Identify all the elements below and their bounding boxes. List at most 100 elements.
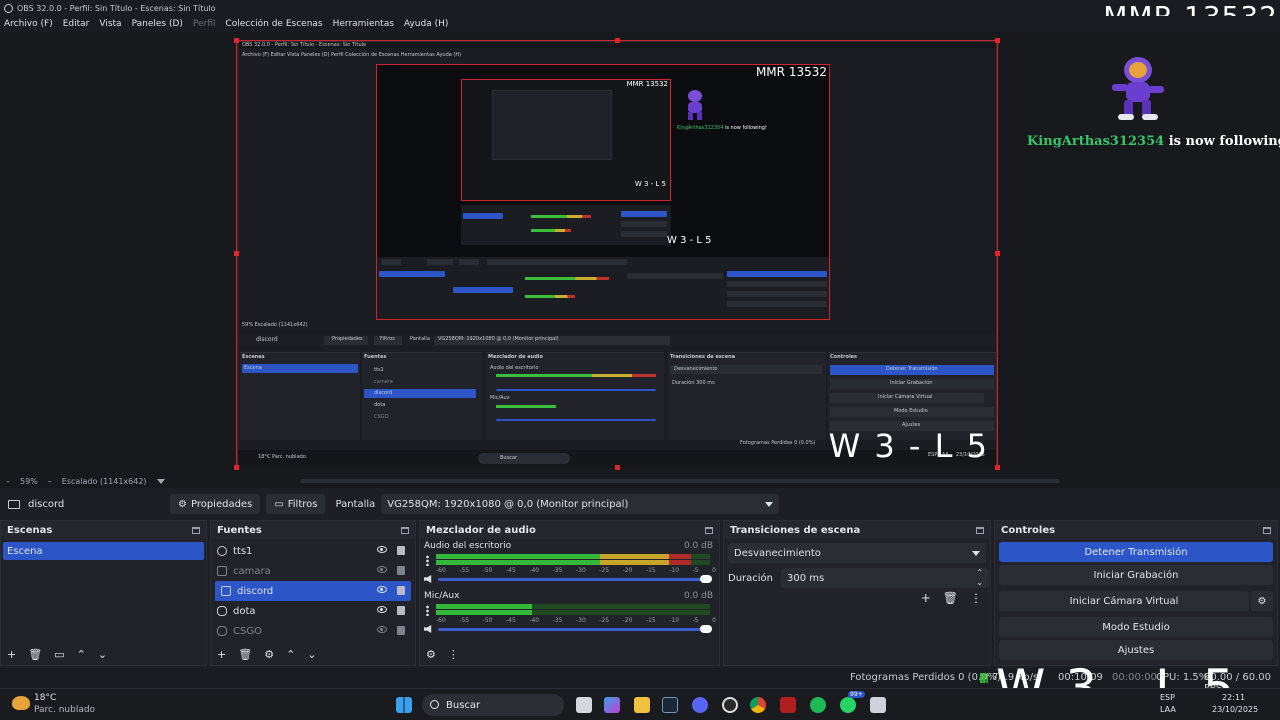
menu-paneles[interactable]: Paneles (D) bbox=[132, 19, 183, 29]
source-item-discord[interactable]: discord bbox=[215, 581, 411, 601]
scaling-caret-icon[interactable] bbox=[156, 478, 165, 484]
transition-type-select[interactable]: Desvanecimiento bbox=[728, 543, 986, 563]
trash-icon[interactable]: 🗑 bbox=[238, 648, 252, 661]
display-select[interactable]: VG258QM: 1920x1080 @ 0,0 (Monitor princi… bbox=[381, 494, 780, 514]
chevron-down-icon[interactable]: ⌄ bbox=[98, 648, 107, 661]
scene-item[interactable]: Escena bbox=[3, 542, 204, 560]
lang-indicator-2[interactable]: LAA bbox=[1160, 705, 1176, 714]
steam-icon[interactable] bbox=[662, 697, 678, 713]
weather-temp[interactable]: 18°C bbox=[34, 693, 56, 703]
source-item-csgo[interactable]: CSGO bbox=[211, 621, 415, 641]
spin-arrows-icon[interactable]: ⌃ ⌄ bbox=[976, 568, 983, 588]
eye-icon[interactable] bbox=[377, 546, 387, 553]
eye-icon[interactable] bbox=[377, 606, 387, 613]
lock-icon[interactable] bbox=[397, 606, 405, 615]
lock-icon[interactable] bbox=[397, 566, 405, 575]
slider-knob[interactable] bbox=[700, 625, 712, 633]
clock-date[interactable]: 23/10/2025 bbox=[1212, 705, 1258, 714]
resize-handle-tl[interactable] bbox=[234, 38, 239, 43]
obs-icon[interactable] bbox=[722, 697, 738, 713]
lang-indicator[interactable]: ESP bbox=[1160, 693, 1175, 702]
zoom-minus-icon[interactable]: – bbox=[48, 477, 52, 486]
speaker-icon[interactable] bbox=[424, 575, 432, 583]
source-item-camara[interactable]: camara bbox=[211, 561, 415, 581]
preview-canvas[interactable]: MMR 13532 OBS 32.0.0 - Perfil: Sin Títul… bbox=[234, 38, 1000, 470]
trash-icon[interactable]: 🗑 bbox=[28, 648, 42, 661]
slider-knob[interactable] bbox=[700, 575, 712, 583]
task-view-icon[interactable] bbox=[576, 697, 592, 713]
resize-handle-bl[interactable] bbox=[234, 465, 239, 470]
undock-icon[interactable] bbox=[401, 526, 409, 534]
add-icon[interactable]: + bbox=[217, 648, 226, 661]
source-item-dota[interactable]: dota bbox=[211, 601, 415, 621]
volume-slider[interactable] bbox=[438, 625, 712, 633]
scaling-select[interactable]: Escalado (1141x642) bbox=[62, 477, 147, 486]
menu-coleccion-escenas[interactable]: Colección de Escenas bbox=[225, 19, 322, 29]
discord-icon[interactable] bbox=[692, 697, 708, 713]
spotify-icon[interactable] bbox=[810, 697, 826, 713]
weather-icon[interactable] bbox=[12, 696, 30, 710]
menu-vista[interactable]: Vista bbox=[99, 19, 121, 29]
start-virtual-camera-button[interactable]: Iniciar Cámara Virtual bbox=[999, 591, 1249, 611]
filters-button[interactable]: ▭ Filtros bbox=[266, 494, 326, 514]
source-item-tts1[interactable]: tts1 bbox=[211, 541, 415, 561]
gear-icon[interactable]: ⚙ bbox=[426, 648, 436, 661]
resize-handle-l[interactable] bbox=[234, 251, 239, 256]
zoom-level[interactable]: 59% bbox=[20, 477, 38, 486]
filter-icon[interactable]: ▭ bbox=[54, 648, 64, 661]
gear-icon[interactable]: ⚙ bbox=[1251, 591, 1273, 611]
calculator-icon[interactable] bbox=[870, 697, 886, 713]
resize-handle-b[interactable] bbox=[615, 465, 620, 470]
kebab-menu-icon[interactable]: ⋮ bbox=[970, 591, 982, 605]
volume-slider[interactable] bbox=[438, 575, 712, 583]
chevron-up-icon[interactable]: ⌃ bbox=[286, 648, 295, 661]
clock-time[interactable]: 22:11 bbox=[1222, 693, 1245, 702]
settings-button[interactable]: Ajustes bbox=[999, 640, 1273, 660]
resize-handle-tr[interactable] bbox=[995, 38, 1000, 43]
speaker-icon[interactable] bbox=[424, 625, 432, 633]
gear-icon[interactable]: ⚙ bbox=[264, 648, 274, 661]
studio-mode-button[interactable]: Modo Estudio bbox=[999, 617, 1273, 637]
add-icon[interactable]: + bbox=[7, 648, 16, 661]
undock-icon[interactable] bbox=[705, 526, 713, 534]
undock-icon[interactable] bbox=[976, 526, 984, 534]
chevron-up-icon[interactable]: ⌃ bbox=[77, 648, 86, 661]
menu-archivo[interactable]: Archivo (F) bbox=[4, 19, 53, 29]
kebab-menu-icon[interactable]: ⋮ bbox=[448, 648, 459, 661]
chevron-down-icon[interactable]: ⌄ bbox=[307, 648, 316, 661]
menu-editar[interactable]: Editar bbox=[63, 19, 90, 29]
properties-button[interactable]: ⚙ Propiedades bbox=[170, 494, 261, 514]
resize-handle-r[interactable] bbox=[995, 251, 1000, 256]
menu-herramientas[interactable]: Herramientas bbox=[333, 19, 394, 29]
preview-area[interactable]: KingArthas312354 is now following! MMR 1… bbox=[0, 32, 1280, 474]
start-recording-button[interactable]: Iniciar Grabación bbox=[999, 565, 1273, 585]
undock-icon[interactable] bbox=[1263, 526, 1271, 534]
copilot-icon[interactable] bbox=[604, 697, 620, 713]
duration-spinbox[interactable]: 300 ms ⌃ ⌄ bbox=[781, 568, 990, 588]
trash-icon[interactable]: 🗑 bbox=[943, 591, 958, 605]
eye-hidden-icon[interactable] bbox=[377, 566, 387, 573]
whatsapp-icon[interactable] bbox=[840, 697, 856, 713]
lock-icon[interactable] bbox=[397, 546, 405, 555]
eye-hidden-icon[interactable] bbox=[377, 626, 387, 633]
kebab-menu-icon[interactable] bbox=[426, 555, 429, 566]
preview-horizontal-scrollbar[interactable] bbox=[300, 479, 1060, 483]
undock-icon[interactable] bbox=[192, 526, 200, 534]
lock-icon[interactable] bbox=[397, 586, 405, 595]
add-icon[interactable]: + bbox=[921, 591, 931, 605]
lock-icon[interactable] bbox=[397, 626, 405, 635]
resize-handle-br[interactable] bbox=[995, 465, 1000, 470]
windows-start-icon[interactable] bbox=[396, 697, 412, 713]
stop-streaming-button[interactable]: Detener Transmisión bbox=[999, 542, 1273, 562]
weather-desc[interactable]: Parc. nublado bbox=[34, 705, 95, 715]
taskbar-search[interactable]: Buscar bbox=[422, 694, 564, 716]
kebab-menu-icon[interactable] bbox=[426, 605, 429, 616]
resize-handle-t[interactable] bbox=[615, 38, 620, 43]
file-explorer-icon[interactable] bbox=[634, 697, 650, 713]
menu-perfil[interactable]: Perfil bbox=[193, 19, 216, 29]
eye-icon[interactable] bbox=[377, 586, 387, 593]
chrome-icon[interactable] bbox=[750, 697, 766, 713]
zoom-minus-button[interactable]: – bbox=[6, 477, 10, 486]
dota-icon[interactable] bbox=[780, 697, 796, 713]
menu-ayuda[interactable]: Ayuda (H) bbox=[404, 19, 448, 29]
